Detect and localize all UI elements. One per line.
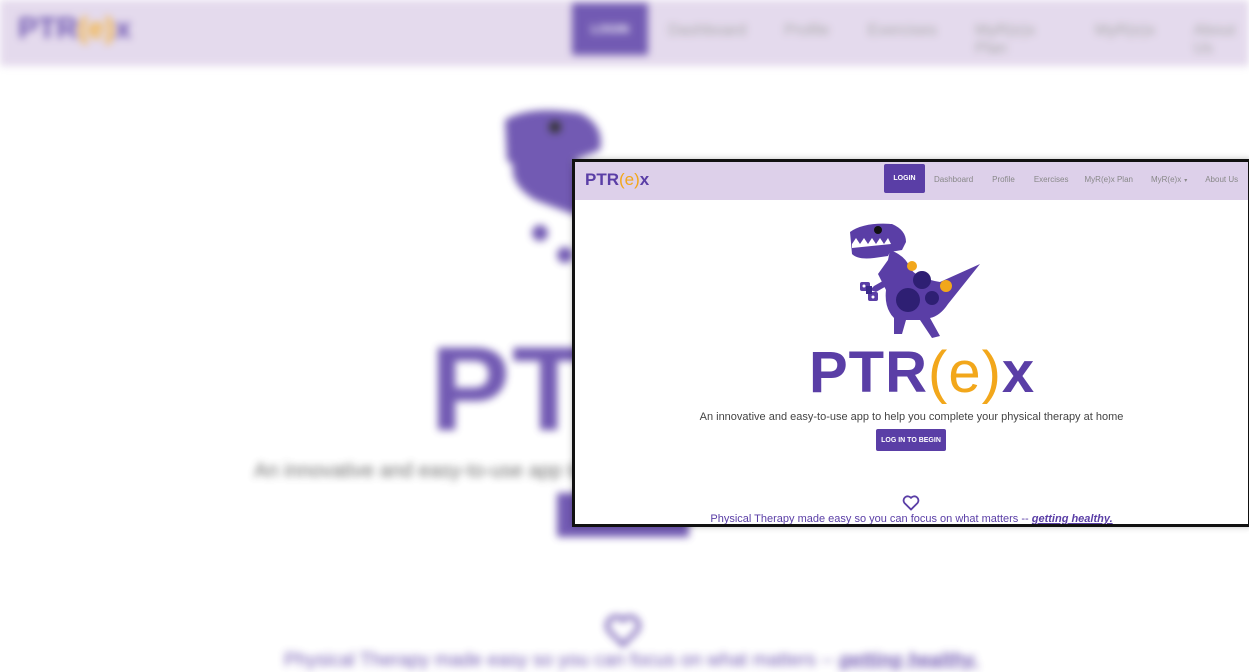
bg-login-button: LOGIN bbox=[572, 3, 648, 55]
bg-brand-logo: PTR(e)x bbox=[18, 12, 132, 45]
navbar: PTR(e)x LOGIN Dashboard Profile Exercise… bbox=[575, 162, 1248, 200]
getting-healthy-link[interactable]: getting healthy. bbox=[1032, 513, 1113, 524]
dinosaur-mascot-icon bbox=[850, 223, 980, 338]
heart-icon bbox=[902, 495, 920, 511]
login-button[interactable]: LOGIN bbox=[884, 164, 925, 193]
hero-title: PTR(e)x bbox=[809, 340, 1036, 405]
bg-heart-icon bbox=[605, 614, 641, 648]
app-window: PTR(e)x LOGIN Dashboard Profile Exercise… bbox=[572, 159, 1249, 527]
nav-link-profile[interactable]: Profile bbox=[992, 175, 1015, 184]
bg-footer-line: Physical Therapy made easy so you can fo… bbox=[284, 650, 979, 671]
nav-link-about-us[interactable]: About Us bbox=[1205, 175, 1238, 184]
footer-tagline: Physical Therapy made easy so you can fo… bbox=[710, 513, 1113, 525]
nav-links: Dashboard Profile Exercises MyR(e)x Plan… bbox=[934, 175, 1238, 184]
log-in-to-begin-button[interactable]: LOG IN TO BEGIN bbox=[876, 429, 946, 451]
chevron-down-icon: ▾ bbox=[1184, 178, 1188, 184]
bg-navbar bbox=[0, 0, 1249, 66]
nav-link-exercises[interactable]: Exercises bbox=[1034, 175, 1069, 184]
bg-nav-links: Dashboard Profile Exercises MyR(e)x Plan… bbox=[668, 22, 1236, 57]
nav-link-dashboard[interactable]: Dashboard bbox=[934, 175, 973, 184]
brand-logo[interactable]: PTR(e)x bbox=[585, 170, 649, 190]
nav-link-myrex-plan[interactable]: MyR(e)x Plan bbox=[1085, 175, 1133, 184]
hero-tagline: An innovative and easy-to-use app to hel… bbox=[699, 411, 1124, 423]
nav-dropdown-myrex[interactable]: MyR(e)x ▾ bbox=[1151, 175, 1187, 184]
